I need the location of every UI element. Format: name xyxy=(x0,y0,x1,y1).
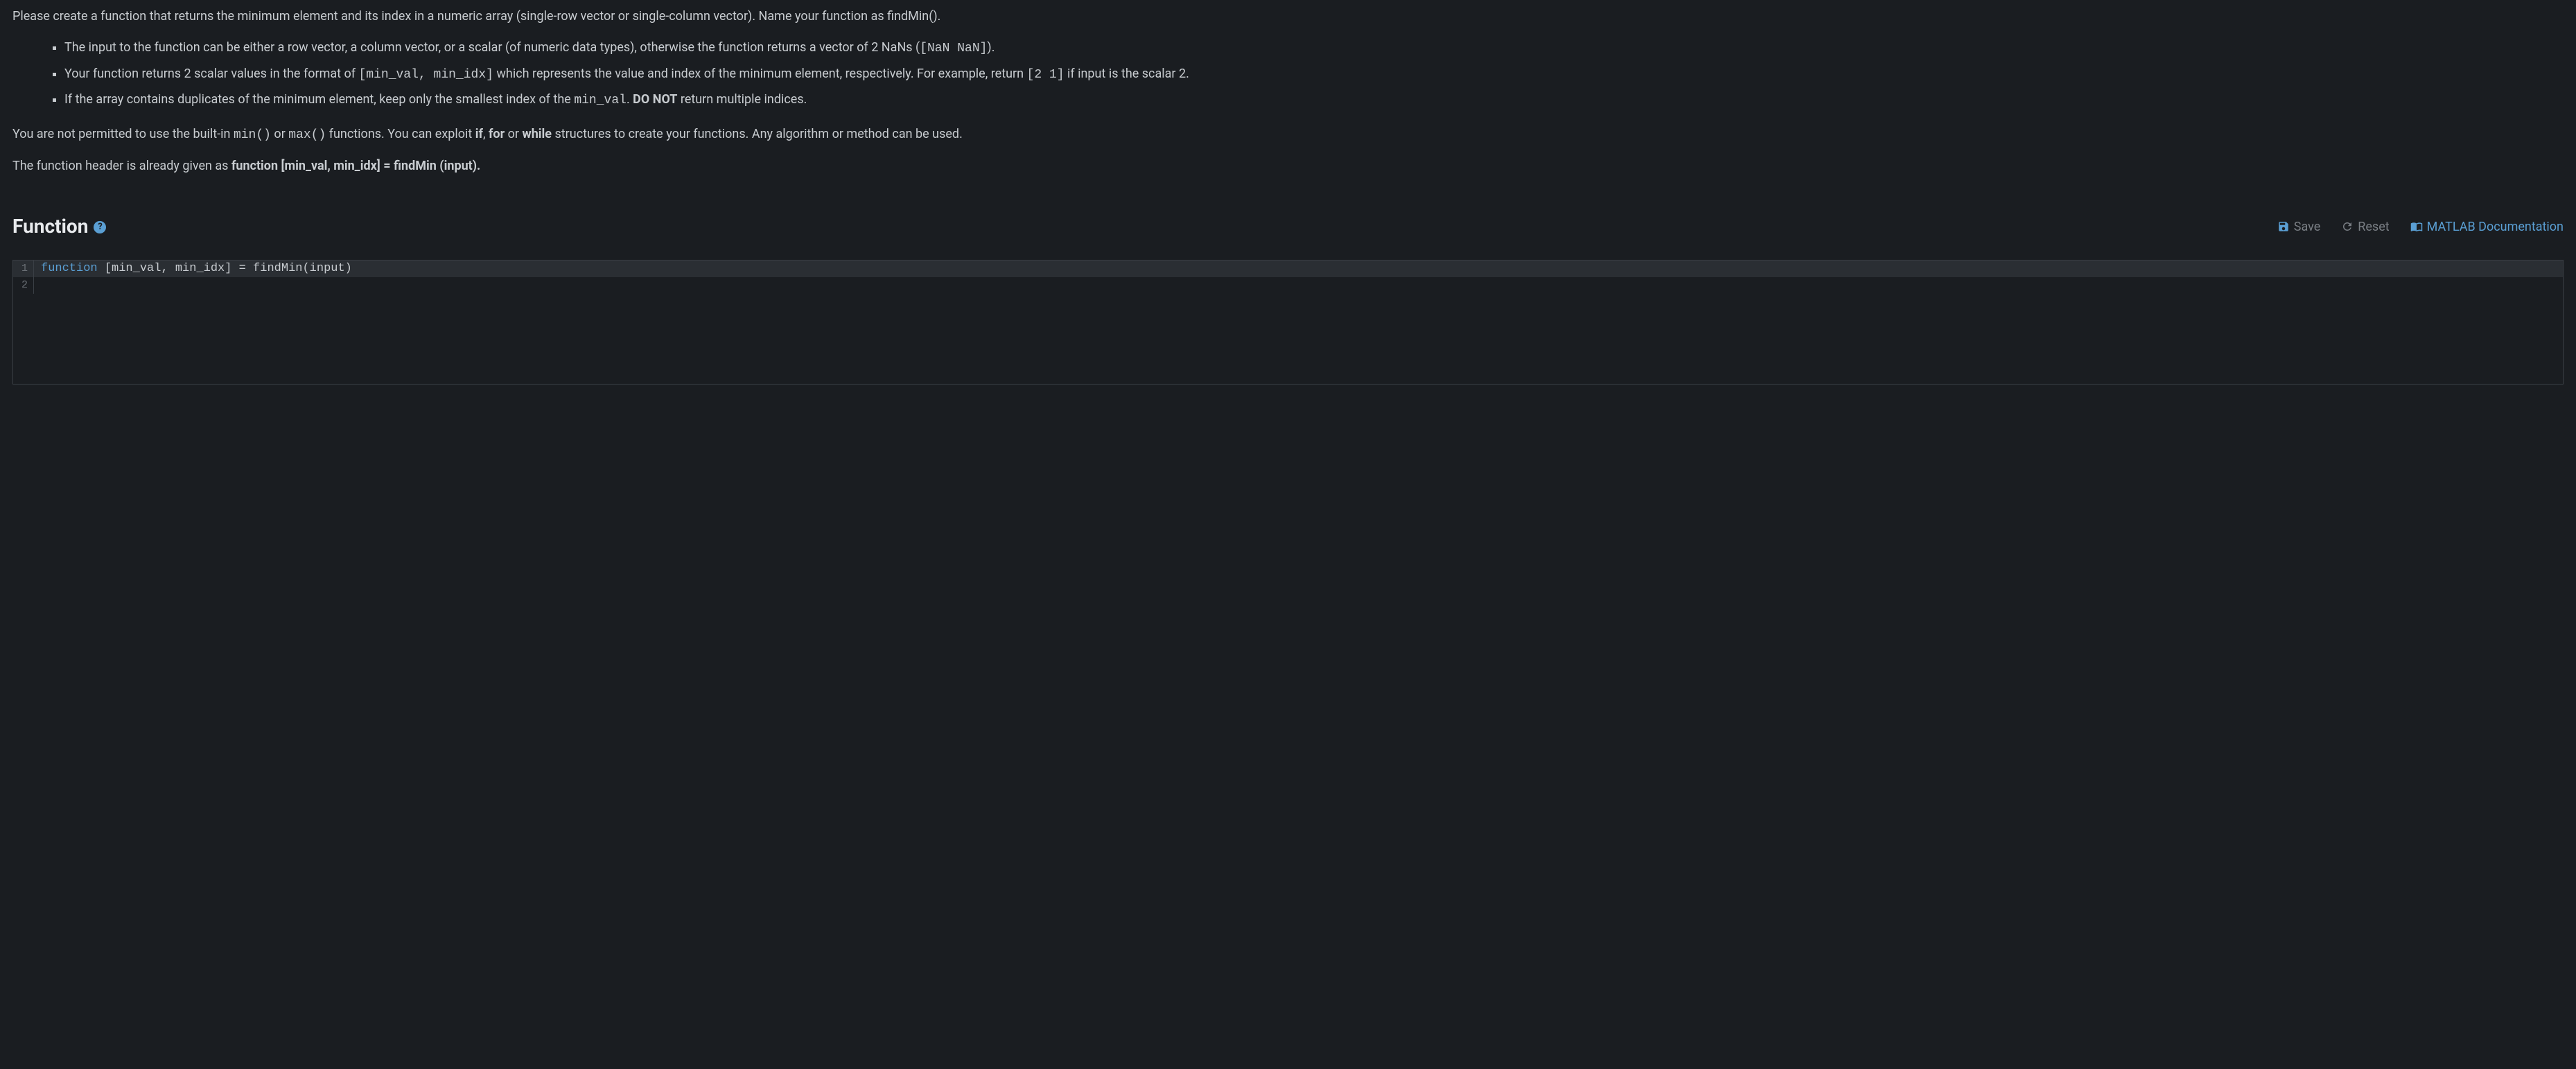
line-number: 2 xyxy=(13,277,34,294)
code-inline: [2 1] xyxy=(1027,68,1064,82)
problem-intro: Please create a function that returns th… xyxy=(12,7,2564,27)
bold-text: function [min_val, min_idx] = findMin (i… xyxy=(231,159,480,173)
bold-text: if xyxy=(475,127,483,141)
reset-icon xyxy=(2341,220,2354,233)
editor-toolbar: Save Reset MATLAB Documentation xyxy=(2277,220,2564,234)
code-inline: [NaN NaN] xyxy=(920,42,987,55)
line-content[interactable]: function [min_val, min_idx] = findMin(in… xyxy=(34,260,352,277)
bold-text: while xyxy=(522,127,552,141)
code-editor[interactable]: 1 function [min_val, min_idx] = findMin(… xyxy=(12,260,2564,385)
bold-text: DO NOT xyxy=(633,92,677,107)
keyword: function xyxy=(41,262,98,275)
code-line[interactable]: 1 function [min_val, min_idx] = findMin(… xyxy=(13,260,2563,277)
section-title-wrapper: Function ? xyxy=(12,211,106,242)
save-icon xyxy=(2277,220,2290,233)
reset-button[interactable]: Reset xyxy=(2341,220,2389,234)
section-header: Function ? Save Reset MATLAB Documentati… xyxy=(12,211,2564,242)
section-title: Function xyxy=(12,211,88,242)
bullet-item: Your function returns 2 scalar values in… xyxy=(64,64,2564,85)
save-button-label: Save xyxy=(2294,220,2321,234)
header-note: The function header is already given as … xyxy=(12,157,2564,177)
reset-button-label: Reset xyxy=(2358,220,2389,234)
bullet-item: If the array contains duplicates of the … xyxy=(64,90,2564,111)
save-button[interactable]: Save xyxy=(2277,220,2321,234)
code-inline: max() xyxy=(288,128,326,142)
problem-description: Please create a function that returns th… xyxy=(12,7,2564,177)
code-inline: min_val xyxy=(574,94,627,107)
code-inline: min() xyxy=(234,128,271,142)
line-number: 1 xyxy=(13,260,34,277)
bullet-item: The input to the function can be either … xyxy=(64,38,2564,59)
bold-text: for xyxy=(489,127,505,141)
help-icon[interactable]: ? xyxy=(94,221,106,233)
code-inline: [min_val, min_idx] xyxy=(359,68,493,82)
problem-bullet-list: The input to the function can be either … xyxy=(64,38,2564,111)
book-icon xyxy=(2410,220,2423,233)
restriction-paragraph: You are not permitted to use the built-i… xyxy=(12,125,2564,145)
code-line[interactable]: 2 xyxy=(13,277,2563,294)
docs-link[interactable]: MATLAB Documentation xyxy=(2410,220,2564,234)
docs-link-label: MATLAB Documentation xyxy=(2427,220,2564,234)
